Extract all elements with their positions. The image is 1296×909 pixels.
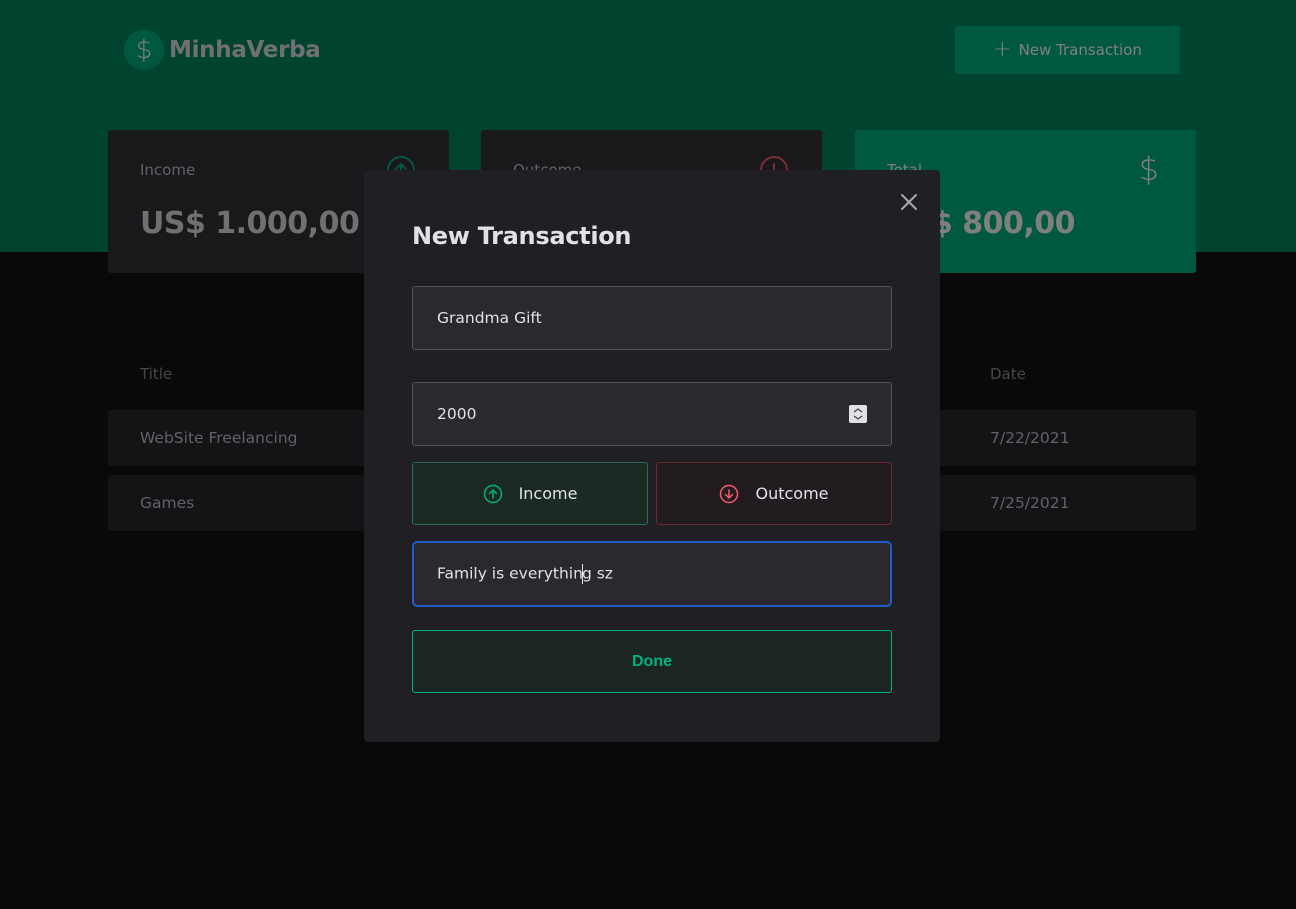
amount-input-value: 2000 <box>437 405 477 423</box>
income-type-label: Income <box>518 484 578 503</box>
arrow-circle-down-icon <box>719 484 739 504</box>
amount-input[interactable]: 2000 <box>412 382 892 446</box>
new-transaction-modal: New Transaction Grandma Gift 2000 Income… <box>364 170 940 742</box>
income-type-button[interactable]: Income <box>412 462 648 525</box>
number-spinner-icon[interactable] <box>849 405 867 423</box>
close-icon[interactable] <box>899 192 919 212</box>
description-text-after-caret: g sz <box>581 564 613 583</box>
done-button[interactable]: Done <box>412 630 892 693</box>
description-input-value: Family is everything sz <box>437 564 866 584</box>
description-input[interactable]: Family is everything sz <box>412 541 892 607</box>
outcome-type-button[interactable]: Outcome <box>656 462 892 525</box>
title-input-value: Grandma Gift <box>437 309 542 327</box>
modal-title: New Transaction <box>412 222 632 250</box>
outcome-type-label: Outcome <box>755 484 829 503</box>
arrow-circle-up-icon <box>483 484 503 504</box>
title-input[interactable]: Grandma Gift <box>412 286 892 350</box>
description-text-before-caret: Family is everythin <box>437 564 583 583</box>
